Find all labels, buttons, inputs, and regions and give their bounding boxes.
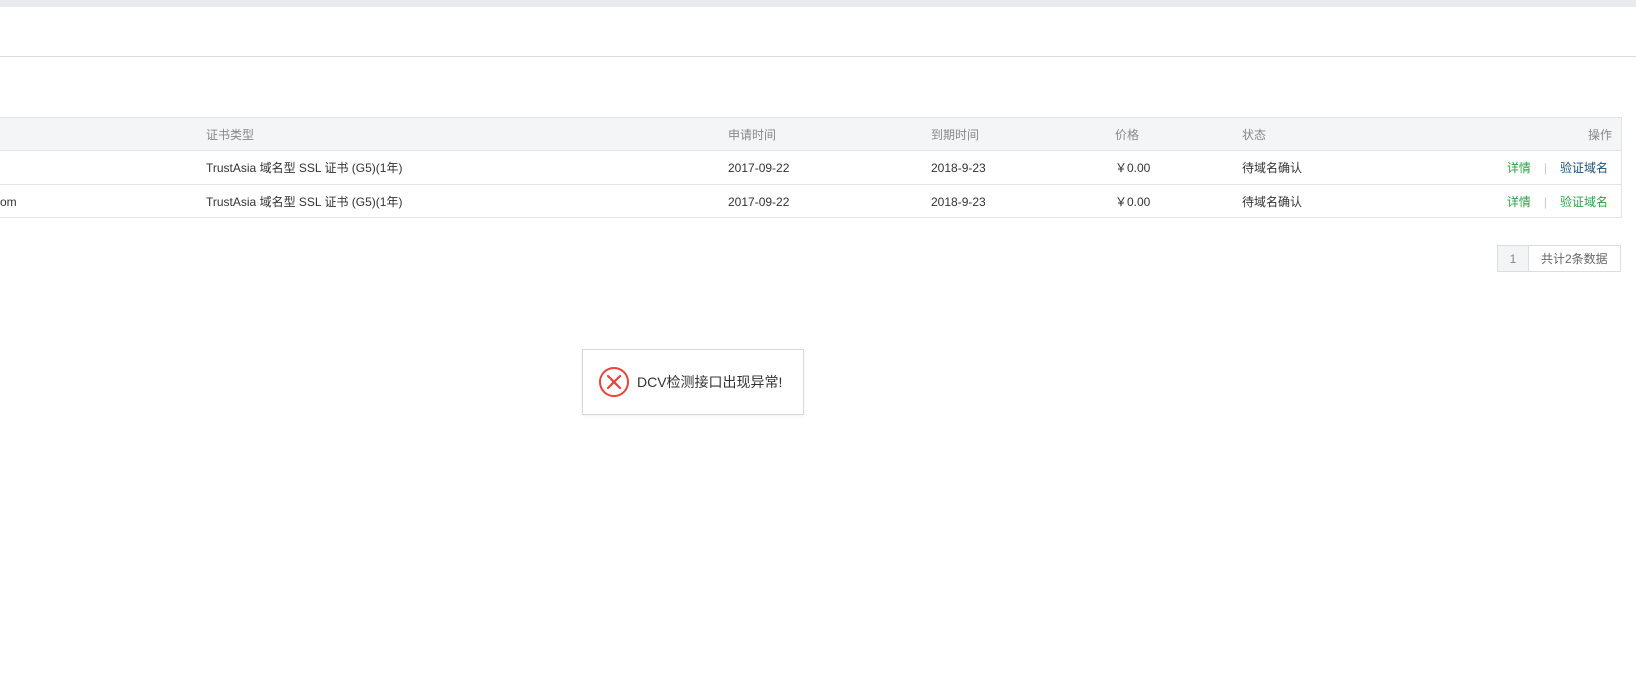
top-bar [0,0,1636,7]
table-row: TrustAsia 域名型 SSL 证书 (G5)(1年) 2017-09-22… [0,151,1621,185]
verify-domain-link[interactable]: 验证域名 [1560,193,1608,210]
cell-cert-type: TrustAsia 域名型 SSL 证书 (G5)(1年) [206,195,403,209]
header-apply-time: 申请时间 [728,127,777,142]
cell-domain-name: om [0,194,17,209]
cell-status: 待域名确认 [1242,195,1303,209]
ops-separator: | [1543,160,1547,175]
cell-price: ￥0.00 [1115,161,1151,175]
cell-apply-time: 2017-09-22 [728,194,790,209]
pagination: 1 共计2条数据 [1497,245,1621,272]
header-cert-type: 证书类型 [206,127,255,142]
cell-apply-time: 2017-09-22 [728,160,790,175]
certificate-table: 证书类型 申请时间 到期时间 价格 状态 操作 TrustAsia 域名型 SS… [0,117,1622,218]
cell-ops: 详情 | 验证域名 [1507,185,1608,218]
error-message: DCV检测接口出现异常! [637,374,783,390]
ops-separator: | [1543,194,1547,209]
page-number-button[interactable]: 1 [1498,246,1529,271]
page-header [0,7,1636,57]
header-ops: 操作 [1587,127,1612,142]
error-circle-icon [598,366,630,398]
header-expire-time: 到期时间 [931,127,980,142]
cell-price: ￥0.00 [1115,195,1151,209]
cell-ops: 详情 | 验证域名 [1507,151,1608,184]
cell-expire-time: 2018-9-23 [931,194,986,209]
cell-status: 待域名确认 [1242,161,1303,175]
total-count-label: 共计2条数据 [1541,252,1608,266]
header-price: 价格 [1115,127,1140,142]
cell-cert-type: TrustAsia 域名型 SSL 证书 (G5)(1年) [206,161,403,175]
cell-expire-time: 2018-9-23 [931,160,986,175]
detail-link[interactable]: 详情 [1507,193,1531,210]
header-status: 状态 [1242,127,1267,142]
table-header-row: 证书类型 申请时间 到期时间 价格 状态 操作 [0,118,1621,151]
error-toast: DCV检测接口出现异常! [582,349,804,415]
verify-domain-link[interactable]: 验证域名 [1560,159,1608,176]
table-row: om TrustAsia 域名型 SSL 证书 (G5)(1年) 2017-09… [0,185,1621,218]
detail-link[interactable]: 详情 [1507,159,1531,176]
